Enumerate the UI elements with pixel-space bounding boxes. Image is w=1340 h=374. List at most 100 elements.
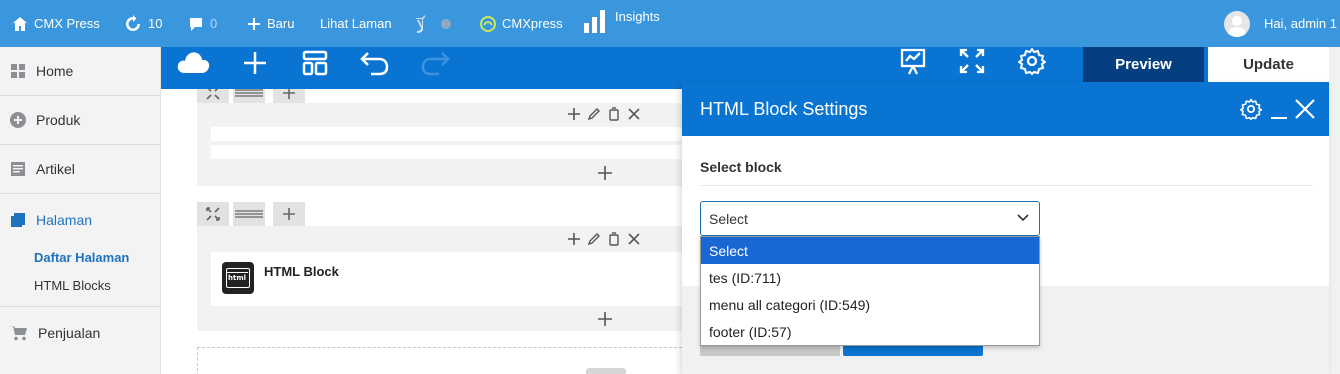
redo-icon[interactable] [419, 49, 451, 77]
drag-lines-icon [235, 89, 263, 97]
select-option[interactable]: menu all categori (ID:549) [701, 291, 1039, 318]
builder-row[interactable] [197, 103, 687, 186]
select-value: Select [709, 210, 748, 227]
page-scrollbar[interactable] [1329, 47, 1340, 374]
panel-settings-gear-icon[interactable] [1240, 98, 1262, 120]
comments-link[interactable]: 0 [188, 0, 217, 47]
add-element-plus-icon[interactable] [597, 311, 613, 327]
select-option[interactable]: footer (ID:57) [701, 318, 1039, 345]
drag-lines-icon [235, 210, 263, 218]
copy-icon[interactable] [607, 232, 621, 246]
new-content-link[interactable]: Baru [247, 0, 294, 47]
expand-icon [206, 207, 220, 221]
html-icon-text: html [228, 274, 247, 282]
comments-count: 0 [210, 16, 218, 31]
html-block-icon: html [222, 262, 254, 294]
select-block-label: Select block [700, 159, 782, 175]
cmxpress-logo-icon [480, 15, 496, 32]
updates-count: 10 [148, 16, 163, 31]
layout-templates-icon[interactable] [301, 49, 329, 77]
sidebar-item-label: Artikel [36, 161, 75, 177]
add-element-icon[interactable] [241, 49, 269, 77]
update-button[interactable]: Update [1208, 47, 1329, 82]
sidebar-subitem-daftar-halaman[interactable]: Daftar Halaman [34, 250, 129, 265]
close-icon[interactable] [1294, 98, 1316, 120]
yoast-icon [416, 14, 425, 33]
plus-icon [248, 17, 260, 30]
plus-circle-icon [10, 112, 26, 128]
account-menu[interactable]: Hai, admin 1 [1224, 0, 1337, 47]
panel-title: HTML Block Settings [700, 99, 868, 119]
block-select[interactable]: Select [700, 201, 1040, 236]
element-placeholder[interactable] [211, 145, 687, 159]
row-resize-handle[interactable] [197, 202, 229, 226]
plus-icon [283, 89, 295, 99]
site-name-link[interactable]: CMX Press [12, 0, 100, 47]
updates-link[interactable]: 10 [124, 0, 162, 47]
site-name: CMX Press [34, 16, 100, 31]
pages-icon [11, 212, 25, 227]
copy-icon[interactable] [607, 107, 621, 121]
add-icon[interactable] [567, 107, 581, 121]
plus-icon [283, 208, 295, 220]
sidebar-subitem-html-blocks[interactable]: HTML Blocks [34, 278, 111, 293]
presentation-icon[interactable] [899, 47, 927, 77]
sidebar-item-artikel[interactable]: Artikel [0, 145, 160, 194]
sidebar-item-halaman[interactable]: Halaman [0, 195, 160, 244]
panel-divider [700, 185, 1313, 186]
element-label: HTML Block [264, 264, 339, 279]
block-select-dropdown: Select tes (ID:711) menu all categori (I… [700, 236, 1040, 346]
new-label: Baru [267, 16, 295, 31]
close-icon[interactable] [627, 232, 641, 246]
admin-bar: CMX Press 10 0 Baru Lihat Laman CMXpress… [0, 0, 1340, 47]
dashboard-icon [11, 64, 25, 78]
minimize-icon[interactable] [1270, 98, 1288, 120]
select-option[interactable]: Select [701, 237, 1039, 264]
row-add-button[interactable] [273, 202, 305, 226]
edit-pencil-icon[interactable] [587, 232, 601, 246]
expand-icon [206, 89, 220, 100]
seo-status-dot [441, 18, 451, 29]
chevron-down-icon [1017, 214, 1029, 222]
cloud-logo-icon[interactable] [177, 49, 211, 75]
add-icon[interactable] [567, 232, 581, 246]
cart-icon [10, 325, 27, 340]
sidebar-item-label: Penjualan [38, 324, 101, 341]
select-option[interactable]: tes (ID:711) [701, 264, 1039, 291]
settings-gear-icon[interactable] [1018, 47, 1046, 75]
insights-link[interactable]: Insights [583, 0, 660, 47]
preview-button[interactable]: Preview [1083, 47, 1204, 82]
edit-pencil-icon[interactable] [587, 107, 601, 121]
add-element-plus-icon[interactable] [597, 165, 613, 181]
seo-menu[interactable] [413, 0, 451, 47]
drop-zone-handle[interactable] [586, 368, 626, 374]
row-drag-handle[interactable] [233, 202, 265, 226]
view-page-label: Lihat Laman [320, 16, 392, 31]
builder-row[interactable]: html HTML Block [197, 226, 687, 331]
close-icon[interactable] [627, 107, 641, 121]
panel-header[interactable]: HTML Block Settings [682, 82, 1329, 136]
undo-icon[interactable] [359, 49, 391, 77]
sidebar-item-label: Produk [36, 112, 81, 128]
sidebar-item-produk[interactable]: Produk [0, 96, 160, 145]
sidebar-divider [0, 306, 160, 307]
home-icon [13, 16, 27, 31]
sidebar-item-home[interactable]: Home [0, 47, 160, 96]
cmxpress-label: CMXpress [502, 16, 563, 31]
posts-icon [11, 162, 25, 176]
html-block-element[interactable]: html HTML Block [211, 252, 687, 306]
column-controls [567, 107, 641, 121]
sidebar-item-label: Home [36, 63, 74, 79]
cmxpress-link[interactable]: CMXpress [480, 0, 563, 47]
element-placeholder[interactable] [211, 127, 687, 141]
updates-icon [126, 14, 140, 31]
view-page-link[interactable]: Lihat Laman [320, 0, 392, 47]
sidebar-item-penjualan[interactable]: Penjualan [0, 308, 160, 357]
insights-label: Insights [615, 9, 660, 24]
admin-sidebar: Home Produk Artikel Halaman Daftar Halam… [0, 47, 161, 374]
bar-chart-icon [584, 10, 605, 33]
fullscreen-icon[interactable] [958, 47, 986, 75]
sidebar-item-label: Halaman [36, 211, 93, 228]
avatar [1224, 10, 1250, 37]
greeting: Hai, admin 1 [1264, 16, 1337, 31]
